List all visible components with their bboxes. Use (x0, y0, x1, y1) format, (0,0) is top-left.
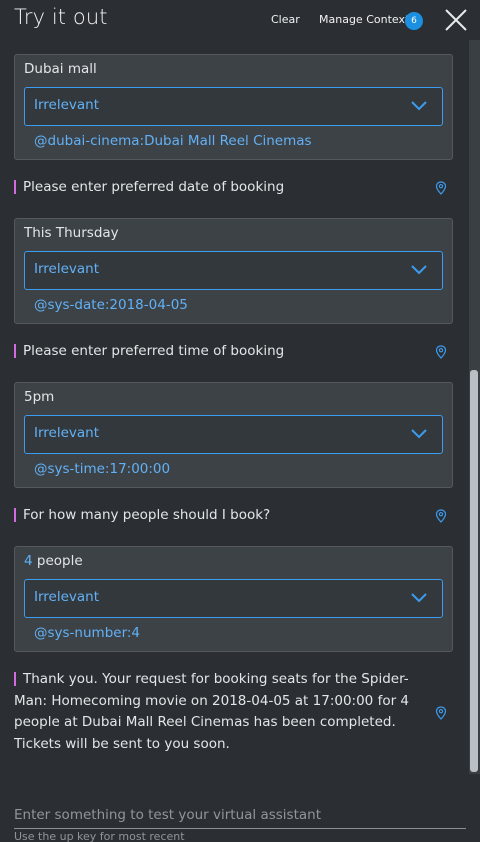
user-message-card: Dubai mall Irrelevant @dubai-cinema:Duba… (14, 54, 453, 160)
close-icon[interactable] (443, 7, 469, 33)
clear-button[interactable]: Clear (271, 13, 300, 26)
assistant-message-text: Thank you. Your request for booking seat… (14, 671, 410, 752)
location-pin-icon[interactable] (435, 706, 447, 720)
user-message-card: This Thursday Irrelevant @sys-date:2018-… (14, 218, 453, 324)
assistant-marker (14, 344, 16, 358)
user-message-highlight: 4 (24, 553, 33, 569)
context-count-badge[interactable]: 6 (405, 12, 423, 30)
location-pin-icon[interactable] (435, 509, 447, 523)
user-message-text: This Thursday (24, 225, 119, 241)
chevron-down-icon (411, 593, 427, 603)
intent-select[interactable]: Irrelevant (24, 87, 443, 126)
entity-text[interactable]: @sys-date:2018-04-05 (34, 297, 188, 313)
intent-select[interactable]: Irrelevant (24, 251, 443, 290)
assistant-message-text: Please enter preferred date of booking (23, 179, 285, 195)
assistant-marker (14, 180, 16, 194)
assistant-message: Thank you. Your request for booking seat… (14, 669, 414, 755)
assistant-message-text: For how many people should I book? (23, 507, 271, 523)
intent-select[interactable]: Irrelevant (24, 579, 443, 618)
user-message-text: 4 people (24, 553, 83, 569)
user-message-card: 4 people Irrelevant @sys-number:4 (14, 546, 453, 652)
user-message-card: 5pm Irrelevant @sys-time:17:00:00 (14, 382, 453, 488)
intent-value: Irrelevant (34, 425, 100, 441)
chevron-down-icon (411, 429, 427, 439)
panel-title: Try it out (14, 5, 108, 29)
user-message-rest: This Thursday (24, 225, 119, 241)
entity-text[interactable]: @sys-number:4 (34, 625, 140, 641)
intent-value: Irrelevant (34, 589, 100, 605)
test-message-input[interactable] (14, 804, 466, 826)
user-message-text: 5pm (24, 389, 54, 405)
location-pin-icon[interactable] (435, 181, 447, 195)
assistant-message-text: Please enter preferred time of booking (23, 343, 285, 359)
assistant-message: For how many people should I book? (14, 505, 434, 527)
intent-value: Irrelevant (34, 97, 100, 113)
panel-header: Try it out Clear Manage Context 6 (0, 0, 480, 40)
location-pin-icon[interactable] (435, 345, 447, 359)
manage-context-button[interactable]: Manage Context (319, 13, 409, 26)
input-hint: Use the up key for most recent (14, 830, 185, 842)
assistant-marker (14, 508, 16, 522)
user-message-rest: Dubai mall (24, 61, 97, 77)
user-message-rest: people (32, 553, 83, 569)
intent-select[interactable]: Irrelevant (24, 415, 443, 454)
assistant-message: Please enter preferred date of booking (14, 177, 434, 199)
chevron-down-icon (411, 265, 427, 275)
assistant-marker (14, 672, 16, 686)
test-input-container (14, 800, 466, 829)
entity-text[interactable]: @dubai-cinema:Dubai Mall Reel Cinemas (34, 133, 312, 149)
chevron-down-icon (411, 101, 427, 111)
user-message-text: Dubai mall (24, 61, 97, 77)
user-message-rest: 5pm (24, 389, 55, 405)
scrollbar-thumb[interactable] (470, 370, 478, 772)
assistant-message: Please enter preferred time of booking (14, 341, 434, 363)
entity-text[interactable]: @sys-time:17:00:00 (34, 461, 170, 477)
intent-value: Irrelevant (34, 261, 100, 277)
try-it-out-panel: Try it out Clear Manage Context 6 Dubai … (0, 0, 480, 842)
